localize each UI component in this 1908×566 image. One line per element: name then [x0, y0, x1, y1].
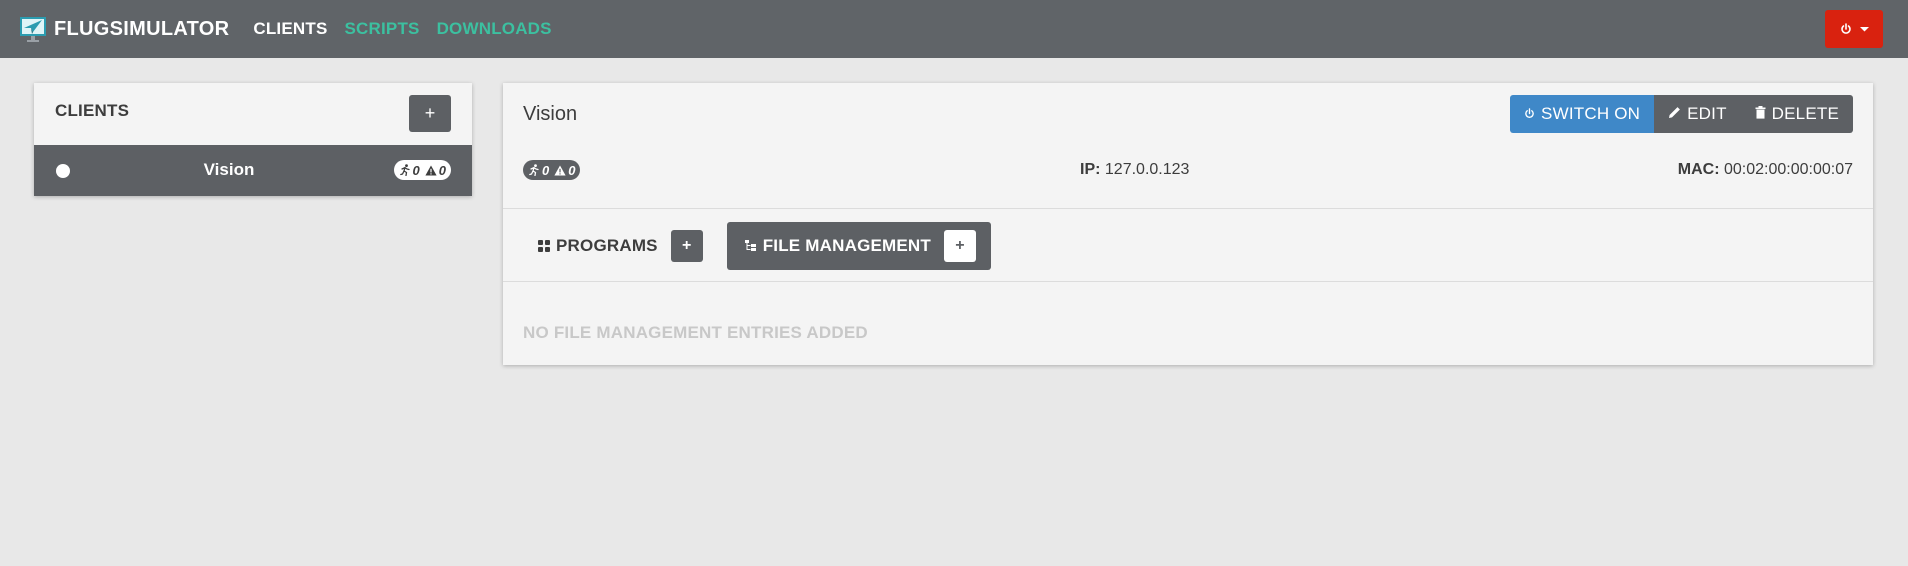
running-count: 0 — [542, 162, 550, 178]
nav-downloads[interactable]: DOWNLOADS — [437, 19, 552, 39]
ip-label: IP: — [1080, 161, 1101, 178]
warning-count: 0 — [438, 162, 446, 178]
grid-icon — [538, 240, 556, 252]
brand-name: FLUGSIMULATOR — [54, 17, 230, 40]
power-icon — [1524, 104, 1535, 124]
empty-state-message: NO FILE MANAGEMENT ENTRIES ADDED — [523, 323, 868, 342]
warning-icon — [554, 165, 566, 176]
running-person-icon — [529, 164, 540, 176]
warning-count: 0 — [568, 162, 576, 178]
client-actions: SWITCH ON EDIT DELETE — [1510, 95, 1853, 133]
client-status-badge: 0 0 — [523, 160, 581, 180]
tab-file-management-label: FILE MANAGEMENT — [762, 236, 931, 255]
divider — [503, 281, 1873, 282]
ip-value: 127.0.0.123 — [1104, 161, 1190, 178]
mac-label: MAC: — [1677, 161, 1720, 178]
add-file-entry-button[interactable]: + — [944, 230, 976, 262]
mac-value: 00:02:00:00:00:07 — [1723, 161, 1853, 178]
client-status-badge: 0 0 — [393, 160, 451, 180]
monitor-plane-logo-icon — [19, 15, 47, 43]
trash-icon — [1755, 104, 1766, 124]
switch-on-label: SWITCH ON — [1541, 104, 1641, 123]
file-tree-icon — [744, 240, 763, 252]
switch-on-button[interactable]: SWITCH ON — [1510, 95, 1655, 133]
client-list-item[interactable]: Vision 0 0 — [34, 145, 472, 196]
tab-programs-label: PROGRAMS — [556, 236, 658, 255]
clients-title: CLIENTS — [55, 101, 130, 120]
tab-programs[interactable]: PROGRAMS + — [520, 222, 718, 270]
edit-label: EDIT — [1687, 104, 1727, 123]
nav-clients[interactable]: CLIENTS — [253, 19, 327, 39]
running-count: 0 — [412, 162, 420, 178]
running-person-icon — [399, 164, 411, 176]
warning-icon — [425, 165, 437, 176]
divider — [503, 208, 1873, 209]
add-program-button[interactable]: + — [670, 230, 703, 262]
delete-label: DELETE — [1771, 104, 1839, 123]
client-name: Vision — [203, 160, 255, 179]
add-client-button[interactable]: + — [409, 95, 451, 132]
clients-panel: CLIENTS + Vision 0 0 — [34, 83, 472, 196]
pencil-icon — [1668, 104, 1681, 124]
client-detail-panel: Vision SWITCH ON EDIT DELETE 0 0 IP: 127… — [503, 83, 1873, 365]
delete-button[interactable]: DELETE — [1740, 95, 1853, 133]
nav-scripts[interactable]: SCRIPTS — [345, 19, 420, 39]
main-nav: CLIENTS SCRIPTS DOWNLOADS — [253, 19, 568, 39]
caret-down-icon — [1859, 26, 1869, 32]
client-detail-title: Vision — [523, 103, 578, 125]
mac-address: MAC: 00:02:00:00:00:07 — [1678, 161, 1853, 179]
clients-panel-header: CLIENTS + — [34, 83, 472, 145]
edit-button[interactable]: EDIT — [1654, 95, 1741, 133]
power-menu-button[interactable] — [1825, 10, 1883, 48]
detail-tabs: PROGRAMS + FILE MANAGEMENT + — [520, 222, 991, 270]
ip-address: IP: 127.0.0.123 — [1080, 161, 1189, 179]
tab-file-management[interactable]: FILE MANAGEMENT + — [726, 222, 991, 270]
top-navbar: FLUGSIMULATOR CLIENTS SCRIPTS DOWNLOADS — [0, 0, 1908, 58]
brand-link[interactable]: FLUGSIMULATOR — [19, 15, 229, 43]
client-info-row: 0 0 IP: 127.0.0.123 MAC: 00:02:00:00:00:… — [523, 160, 1853, 182]
power-icon — [1840, 23, 1852, 35]
